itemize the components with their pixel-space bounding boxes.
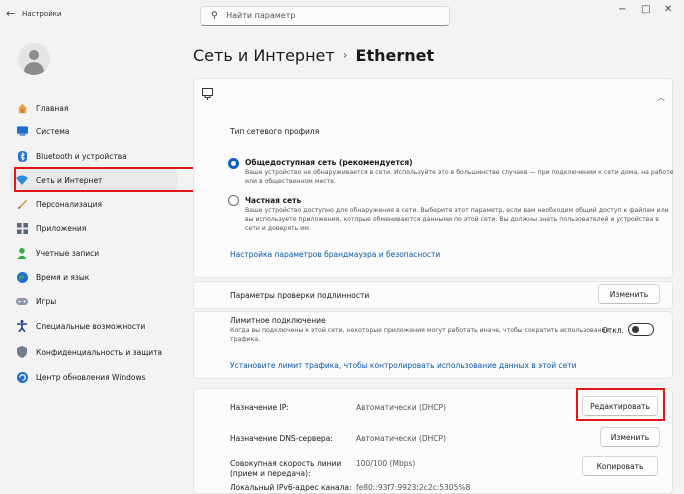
sidebar-item-apps[interactable]: Приложения [10,217,178,239]
breadcrumb-separator: › [342,48,348,62]
page-title: Сеть и Интернет › Ethernet [193,46,434,65]
ip-assignment-value: Автоматически (DHCP) [356,403,446,412]
link-speed-value: 100/100 (Mbps) [356,459,416,468]
accessibility-icon [16,320,28,332]
ip-assignment-label: Назначение IP: [230,403,289,412]
toggle-knob [632,326,639,333]
ipv6-value: fe80::93f7:9923:2c2c:5305%8 [356,483,471,492]
search-input[interactable]: ⚲ Найти параметр [200,6,450,26]
ipv6-label: Локальный IPv6-адрес канала: [230,483,352,492]
apps-icon [16,222,28,234]
auth-edit-button[interactable]: Изменить [598,284,660,304]
public-network-label: Общедоступная сеть (рекомендуется) [245,158,413,167]
public-network-desc-1: Ваше устройство не обнаруживается в сети… [245,169,674,176]
metered-desc-1: Когда вы подключены к этой сети, некотор… [230,327,610,334]
sidebar-item-time-language[interactable]: Время и язык [10,266,178,288]
dns-assignment-label: Назначение DNS-сервера: [230,434,333,443]
copy-button[interactable]: Копировать [582,456,658,476]
private-network-label: Частная сеть [245,196,302,205]
highlight-edit-ip-button [576,388,665,421]
metered-toggle[interactable] [628,323,654,336]
link-speed-label-2: (прием и передача): [230,469,311,478]
avatar-body [24,62,44,75]
avatar-head [29,50,39,60]
metered-desc-2: трафика. [230,336,261,343]
sidebar-item-system[interactable]: Система [10,120,178,142]
dns-assignment-value: Автоматически (DHCP) [356,434,446,443]
back-arrow-icon[interactable]: ← [6,7,15,20]
private-network-radio[interactable] [228,195,239,206]
breadcrumb-parent[interactable]: Сеть и Интернет [193,46,335,65]
search-icon: ⚲ [211,11,218,21]
app-title: Настройки [22,10,62,18]
minimize-icon[interactable]: − [618,4,626,15]
public-network-radio[interactable] [228,158,239,169]
bluetooth-icon [16,150,28,162]
shield-icon [16,346,28,358]
data-limit-link[interactable]: Установите лимит трафика, чтобы контроли… [230,361,576,370]
system-icon [16,125,28,137]
edit-dns-button[interactable]: Изменить [600,427,660,447]
metered-label: Лимитное подключение [230,316,326,325]
firewall-settings-link[interactable]: Настройка параметров брандмауэра и безоп… [230,250,440,259]
globe-icon [16,271,28,283]
profile-type-title: Тип сетевого профиля [230,127,320,136]
private-network-desc-1: Ваше устройство доступно для обнаружения… [245,207,669,214]
sidebar-item-accounts[interactable]: Учетные записи [10,242,178,264]
avatar[interactable] [18,43,50,75]
breadcrumb-current: Ethernet [355,46,435,65]
ethernet-icon [202,88,213,103]
maximize-icon[interactable]: □ [641,4,650,15]
sidebar-item-personalization[interactable]: Персонализация [10,193,178,215]
auth-settings-label: Параметры проверки подлинности [230,291,370,300]
account-icon [16,247,28,259]
sidebar-item-accessibility[interactable]: Специальные возможности [10,315,178,337]
highlight-network-item [14,167,208,192]
chevron-up-icon[interactable]: ︿ [657,92,665,103]
sidebar-item-bluetooth[interactable]: Bluetooth и устройства [10,145,178,167]
close-icon[interactable]: ✕ [664,4,672,15]
private-network-desc-2: вы используете приложения, которые обмен… [245,216,659,223]
public-network-desc-2: или в общественном месте. [245,178,337,185]
sidebar-item-home[interactable]: Главная [10,97,178,119]
link-speed-label-1: Совокупная скорость линии [230,459,342,468]
update-icon [16,371,28,383]
brush-icon [16,198,28,210]
private-network-desc-3: сети и доверять им. [245,225,311,232]
sidebar-item-privacy[interactable]: Конфиденциальность и защита [10,341,178,363]
title-bar: ← Настройки ⚲ Найти параметр − □ ✕ [0,0,684,32]
search-placeholder: Найти параметр [226,11,296,20]
gamepad-icon [16,295,28,307]
home-icon [16,102,28,114]
sidebar-item-gaming[interactable]: Игры [10,290,178,312]
sidebar-item-windows-update[interactable]: Центр обновления Windows [10,366,178,388]
metered-state: Откл. [602,326,624,335]
